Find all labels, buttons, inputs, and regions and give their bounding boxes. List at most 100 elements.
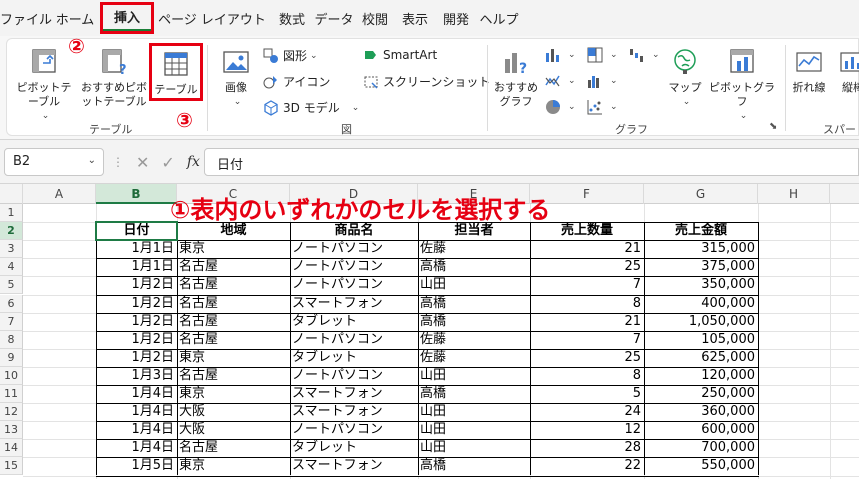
insert-function-icon[interactable]: fx bbox=[187, 154, 200, 170]
table-cell[interactable]: 24 bbox=[530, 403, 644, 421]
line-chart-button[interactable]: ⌄ bbox=[545, 73, 576, 89]
column-header-g[interactable]: G bbox=[644, 184, 758, 204]
table-cell[interactable]: 1月2日 bbox=[96, 295, 177, 313]
table-cell[interactable]: 1月4日 bbox=[96, 421, 177, 439]
table-cell[interactable]: 375,000 bbox=[644, 258, 758, 276]
3d-model-button[interactable]: 3D モデル ⌄ bbox=[263, 99, 359, 116]
tab-home[interactable]: ホーム bbox=[52, 4, 98, 32]
table-cell[interactable]: 山田 bbox=[418, 421, 530, 439]
table-cell[interactable]: ノートパソコン bbox=[290, 367, 418, 385]
table-cell[interactable]: 高橋 bbox=[418, 385, 530, 403]
scatter-chart-button[interactable]: ⌄ bbox=[587, 99, 618, 115]
waterfall-chart-button[interactable]: ⌄ bbox=[629, 47, 660, 63]
table-cell[interactable]: 1月2日 bbox=[96, 276, 177, 294]
more-icon[interactable]: ⋮ bbox=[112, 155, 124, 169]
table-cell[interactable]: スマートフォン bbox=[290, 385, 418, 403]
enter-icon[interactable]: ✓ bbox=[161, 153, 174, 172]
row-header-6[interactable]: 6 bbox=[0, 294, 23, 313]
table-cell[interactable]: 25 bbox=[530, 349, 644, 367]
table-cell[interactable]: 600,000 bbox=[644, 421, 758, 439]
table-cell[interactable]: 1月2日 bbox=[96, 331, 177, 349]
row-header-10[interactable]: 10 bbox=[0, 366, 23, 385]
row-header-5[interactable]: 5 bbox=[0, 276, 23, 295]
table-cell[interactable]: 1月3日 bbox=[96, 367, 177, 385]
table-cell[interactable]: ノートパソコン bbox=[290, 258, 418, 276]
table-cell[interactable]: 東京 bbox=[177, 385, 290, 403]
stat-chart-button[interactable]: ⌄ bbox=[587, 73, 618, 89]
tab-view[interactable]: 表示 bbox=[394, 4, 436, 32]
table-cell[interactable]: 360,000 bbox=[644, 403, 758, 421]
table-cell[interactable]: 名古屋 bbox=[177, 295, 290, 313]
table-cell[interactable]: タブレット bbox=[290, 313, 418, 331]
table-cell[interactable]: 東京 bbox=[177, 457, 290, 475]
row-header-14[interactable]: 14 bbox=[0, 439, 23, 458]
table-cell[interactable]: 7 bbox=[530, 331, 644, 349]
table-cell[interactable]: 21 bbox=[530, 313, 644, 331]
row-header-15[interactable]: 15 bbox=[0, 457, 23, 476]
table-cell[interactable]: 大阪 bbox=[177, 421, 290, 439]
table-cell[interactable]: タブレット bbox=[290, 439, 418, 457]
shapes-button[interactable]: 図形 ⌄ bbox=[263, 47, 318, 64]
table-cell[interactable]: 名古屋 bbox=[177, 276, 290, 294]
table-cell[interactable]: 1月4日 bbox=[96, 439, 177, 457]
table-cell[interactable]: 7 bbox=[530, 276, 644, 294]
table-cell[interactable]: 28 bbox=[530, 439, 644, 457]
table-cell[interactable]: 名古屋 bbox=[177, 331, 290, 349]
table-cell[interactable]: 1月1日 bbox=[96, 258, 177, 276]
worksheet-grid[interactable]: ABCDEFGH 1 2 3 4 5 6 7 8 9 10 11 12 13 14 15 日付 地域 商品名 担当者… bbox=[0, 184, 859, 479]
row-header-4[interactable]: 4 bbox=[0, 258, 23, 277]
table-cell[interactable]: 400,000 bbox=[644, 295, 758, 313]
row-header-7[interactable]: 7 bbox=[0, 312, 23, 331]
table-cell[interactable]: タブレット bbox=[290, 349, 418, 367]
table-cell[interactable]: 山田 bbox=[418, 439, 530, 457]
chevron-down-icon[interactable]: ⌄ bbox=[88, 155, 96, 166]
tab-review[interactable]: 校閲 bbox=[356, 4, 394, 32]
table-cell[interactable]: スマートフォン bbox=[290, 457, 418, 475]
tab-formulas[interactable]: 数式 bbox=[272, 4, 312, 32]
table-cell[interactable]: 105,000 bbox=[644, 331, 758, 349]
table-cell[interactable]: 5 bbox=[530, 385, 644, 403]
table-header-cell[interactable]: 売上金額 bbox=[644, 222, 758, 240]
column-header-a[interactable]: A bbox=[23, 184, 96, 204]
map-button[interactable]: マップ ⌄ bbox=[665, 47, 705, 109]
table-cell[interactable]: 高橋 bbox=[418, 295, 530, 313]
table-cell[interactable]: 佐藤 bbox=[418, 349, 530, 367]
row-header-8[interactable]: 8 bbox=[0, 330, 23, 349]
name-box[interactable]: B2 ⌄ bbox=[4, 148, 104, 176]
table-cell[interactable]: 120,000 bbox=[644, 367, 758, 385]
table-cell[interactable]: 8 bbox=[530, 367, 644, 385]
table-cell[interactable]: 21 bbox=[530, 240, 644, 258]
tab-help[interactable]: ヘルプ bbox=[476, 4, 522, 32]
tab-data[interactable]: データ bbox=[312, 4, 356, 32]
pie-chart-button[interactable]: ⌄ bbox=[545, 99, 576, 115]
cancel-icon[interactable]: ✕ bbox=[136, 153, 149, 172]
row-header-1[interactable]: 1 bbox=[0, 204, 23, 223]
tab-page-layout[interactable]: ページ レイアウト bbox=[152, 4, 272, 32]
table-cell[interactable]: 8 bbox=[530, 295, 644, 313]
select-all-corner[interactable] bbox=[0, 184, 23, 204]
smartart-button[interactable]: SmartArt bbox=[363, 47, 437, 63]
table-cell[interactable]: ノートパソコン bbox=[290, 331, 418, 349]
table-cell[interactable]: 700,000 bbox=[644, 439, 758, 457]
row-header-9[interactable]: 9 bbox=[0, 348, 23, 367]
table-cell[interactable]: 山田 bbox=[418, 367, 530, 385]
formula-input[interactable]: 日付 bbox=[204, 148, 859, 176]
table-cell[interactable]: 550,000 bbox=[644, 457, 758, 475]
column-header-b[interactable]: B bbox=[96, 184, 177, 204]
table-cell[interactable]: スマートフォン bbox=[290, 403, 418, 421]
table-cell[interactable]: 1,050,000 bbox=[644, 313, 758, 331]
table-cell[interactable]: ノートパソコン bbox=[290, 421, 418, 439]
table-cell[interactable]: 高橋 bbox=[418, 313, 530, 331]
table-cell[interactable]: 高橋 bbox=[418, 457, 530, 475]
table-cell[interactable]: 名古屋 bbox=[177, 367, 290, 385]
icons-button[interactable]: アイコン bbox=[263, 73, 330, 90]
table-cell[interactable]: 625,000 bbox=[644, 349, 758, 367]
table-button[interactable]: テーブル bbox=[149, 43, 203, 101]
row-header-13[interactable]: 13 bbox=[0, 421, 23, 440]
image-button[interactable]: 画像 ⌄ bbox=[213, 47, 259, 109]
table-cell[interactable]: 1月4日 bbox=[96, 403, 177, 421]
hierarchy-chart-button[interactable]: ⌄ bbox=[587, 47, 618, 63]
dialog-launcher-charts[interactable]: ⬊ bbox=[769, 121, 777, 132]
table-cell[interactable]: 佐藤 bbox=[418, 240, 530, 258]
table-cell[interactable]: ノートパソコン bbox=[290, 276, 418, 294]
